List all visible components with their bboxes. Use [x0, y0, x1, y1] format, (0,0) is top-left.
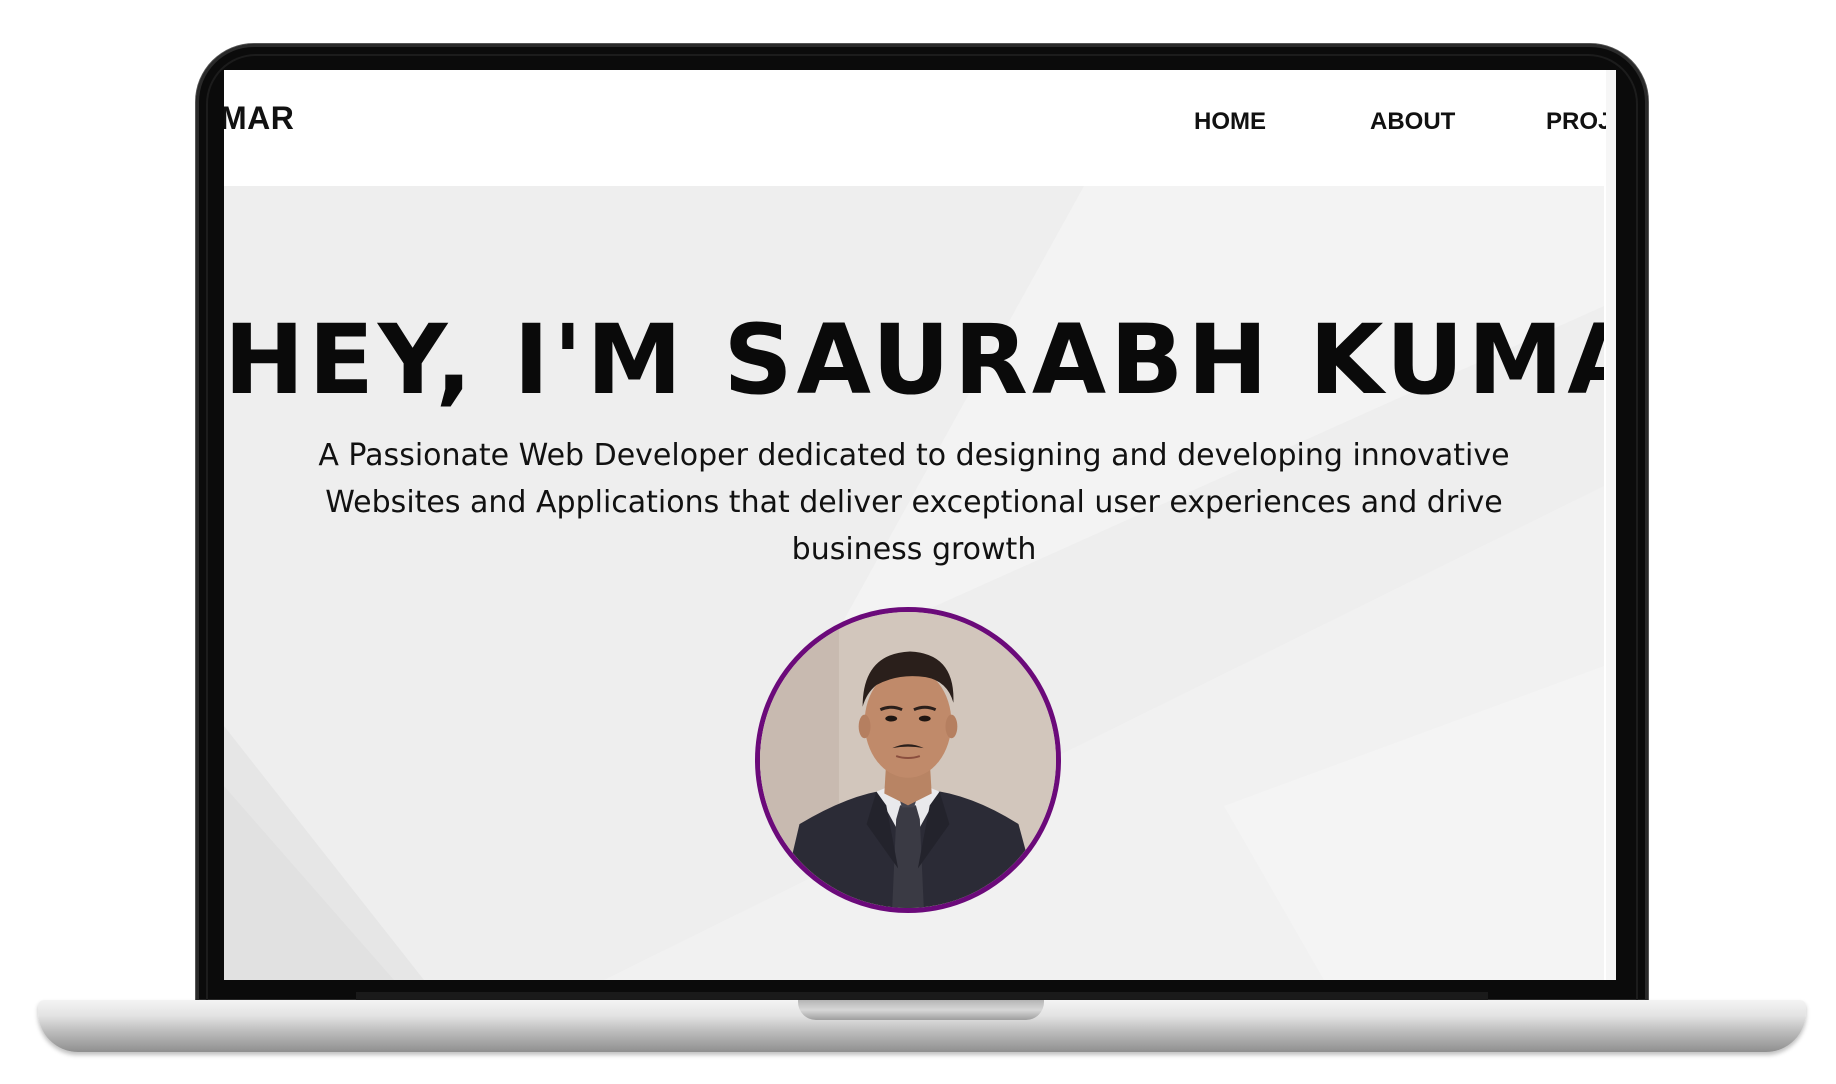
profile-photo-icon: [760, 612, 1056, 908]
laptop-hinge: [356, 992, 1488, 1000]
hero-subtitle-line-1: A Passionate Web Developer dedicated to …: [318, 438, 1510, 473]
laptop-notch: [798, 1000, 1044, 1020]
nav-link-home[interactable]: HOME: [1194, 108, 1266, 136]
nav-link-projects[interactable]: PROJ: [1546, 108, 1611, 136]
hero-subtitle-line-3: business growth: [791, 532, 1037, 567]
laptop-screen: MAR HOME ABOUT PROJ HEY, I'M SAURABH KUM…: [224, 70, 1616, 980]
screen-scrollbar-track: [1606, 70, 1616, 980]
profile-avatar: [755, 607, 1061, 913]
hero-subtitle: A Passionate Web Developer dedicated to …: [304, 432, 1524, 573]
nav-link-about[interactable]: ABOUT: [1370, 108, 1455, 136]
brand-logo[interactable]: MAR: [224, 100, 294, 137]
laptop-mockup: MAR HOME ABOUT PROJ HEY, I'M SAURABH KUM…: [0, 0, 1836, 1084]
navbar: MAR HOME ABOUT PROJ: [224, 70, 1616, 186]
hero-subtitle-line-2: Websites and Applications that deliver e…: [325, 485, 1503, 520]
hero-section: HEY, I'M SAURABH KUMAR A Passionate Web …: [224, 186, 1604, 980]
hero-title: HEY, I'M SAURABH KUMAR: [224, 304, 1604, 417]
